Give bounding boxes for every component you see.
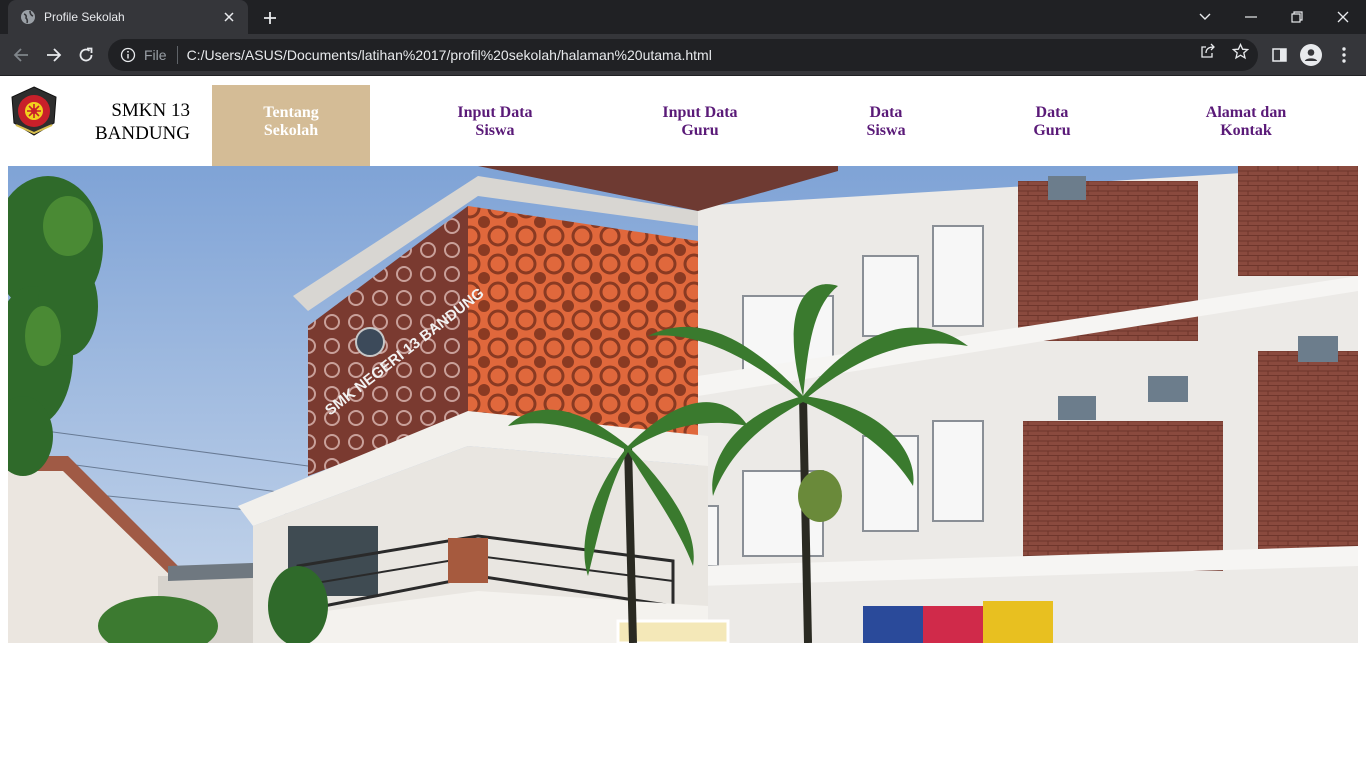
close-window-icon[interactable] — [1320, 0, 1366, 34]
nav-label-line2: Guru — [1033, 122, 1071, 139]
page-body: SMKN 13 BANDUNG Tentang Sekolah Input Dat… — [0, 77, 1366, 768]
nav-label-line1: Tentang — [263, 104, 319, 121]
forward-arrow-icon[interactable] — [40, 41, 68, 69]
minimize-icon[interactable] — [1228, 0, 1274, 34]
nav-label-line1: Alamat dan — [1205, 104, 1287, 121]
browser-toolbar: File C:/Users/ASUS/Documents/latihan%201… — [0, 34, 1366, 76]
nav-label-line1: Data — [869, 104, 903, 121]
nav-label-line2: Siswa — [866, 122, 906, 139]
restore-icon[interactable] — [1274, 0, 1320, 34]
scheme-label: File — [144, 47, 167, 63]
school-name-line1: SMKN 13 — [111, 100, 190, 121]
school-name-line2: BANDUNG — [95, 123, 190, 144]
browser-tab[interactable]: Profile Sekolah — [8, 0, 248, 34]
nav-label-line2: Kontak — [1220, 122, 1272, 139]
nav-label-line2: Siswa — [475, 122, 515, 139]
profile-avatar-icon[interactable] — [1298, 42, 1324, 68]
tab-search-chevron-icon[interactable] — [1182, 0, 1228, 34]
nav-label-line1: Input Data — [662, 104, 738, 121]
reload-icon[interactable] — [72, 41, 100, 69]
nav-item-alamat-dan-kontak[interactable]: Alamat dan Kontak — [1170, 85, 1322, 166]
nav-item-input-data-siswa[interactable]: Input Data Siswa — [415, 85, 575, 166]
school-emblem-icon — [8, 85, 60, 137]
info-icon[interactable] — [120, 47, 136, 63]
globe-icon — [20, 9, 36, 25]
menu-kebab-icon[interactable] — [1331, 42, 1357, 68]
nav-label-line1: Input Data — [457, 104, 533, 121]
bookmark-star-icon[interactable] — [1231, 42, 1249, 60]
hero-school-building-image: SMK NEGERI 13 BANDUNG — [8, 166, 1358, 643]
address-bar[interactable]: File C:/Users/ASUS/Documents/latihan%201… — [108, 39, 1258, 71]
side-panel-icon[interactable] — [1266, 42, 1292, 68]
browser-tab-strip: Profile Sekolah — [0, 0, 1366, 34]
nav-label-line2: Sekolah — [263, 122, 319, 139]
close-tab-icon[interactable] — [220, 8, 238, 26]
new-tab-icon[interactable] — [258, 6, 282, 30]
nav-label-line1: Data — [1035, 104, 1069, 121]
share-icon[interactable] — [1199, 42, 1217, 60]
tab-title: Profile Sekolah — [44, 10, 125, 24]
url-text[interactable]: C:/Users/ASUS/Documents/latihan%2017/pro… — [187, 47, 712, 63]
nav-label-line2: Guru — [681, 122, 719, 139]
omnibox-divider — [176, 46, 178, 64]
nav-item-data-siswa[interactable]: Data Siswa — [826, 85, 946, 166]
nav-item-data-guru[interactable]: Data Guru — [992, 85, 1112, 166]
nav-item-input-data-guru[interactable]: Input Data Guru — [620, 85, 780, 166]
nav-item-tentang-sekolah[interactable]: Tentang Sekolah — [212, 85, 370, 166]
school-name: SMKN 13 BANDUNG — [80, 99, 190, 145]
back-arrow-icon[interactable] — [7, 41, 35, 69]
